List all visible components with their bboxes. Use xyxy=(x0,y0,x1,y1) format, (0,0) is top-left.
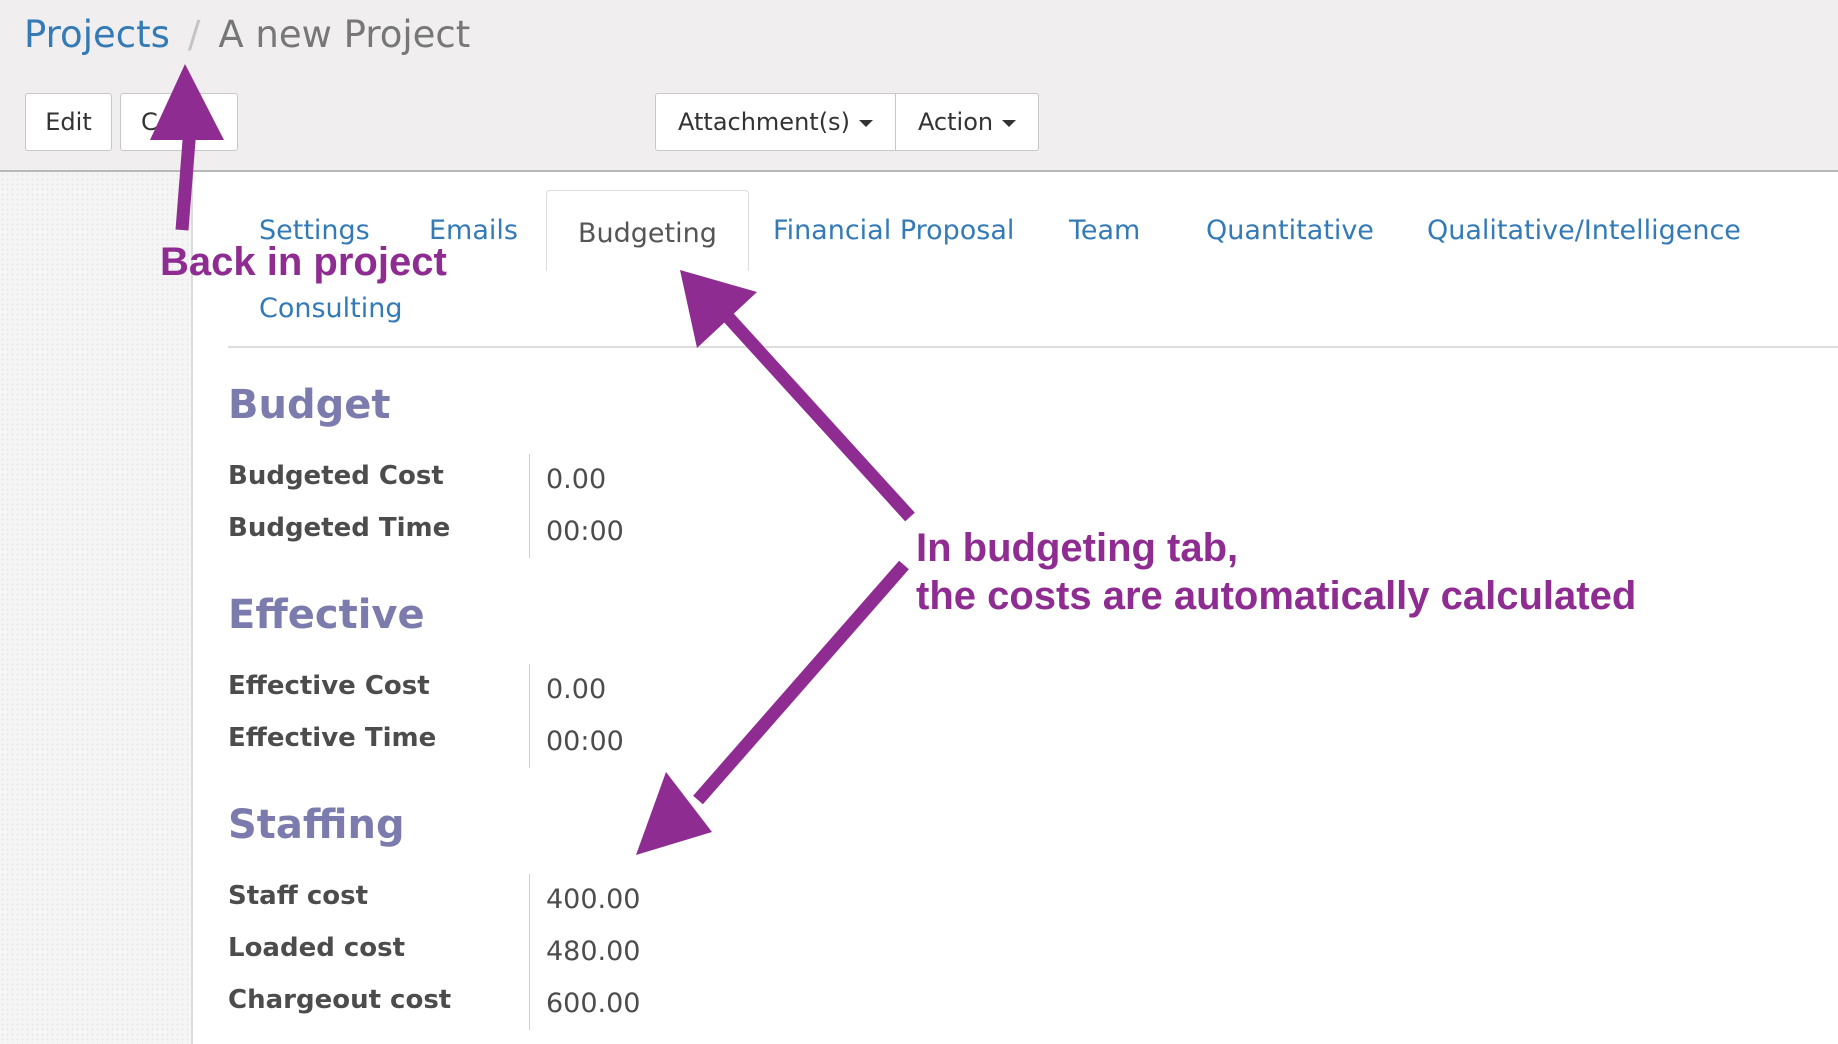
field-divider xyxy=(529,664,530,768)
tab-qualitative-intelligence[interactable]: Qualitative/Intelligence xyxy=(1427,211,1741,251)
field-divider xyxy=(529,454,530,558)
field-label-effective-cost: Effective Cost xyxy=(228,671,430,701)
field-label-loaded-cost: Loaded cost xyxy=(228,933,406,963)
tab-consulting[interactable]: Consulting xyxy=(259,289,403,329)
field-value-effective-cost: 0.00 xyxy=(546,674,607,705)
breadcrumb-projects-link[interactable]: Projects xyxy=(24,13,170,56)
breadcrumb: Projects / A new Project xyxy=(24,8,470,62)
control-panel: Projects / A new Project Edit C Attachment… xyxy=(0,0,1838,172)
attachments-label: Attachment(s) xyxy=(678,108,850,136)
left-gutter xyxy=(0,172,193,1044)
field-value-staff-cost: 400.00 xyxy=(546,884,641,915)
action-label: Action xyxy=(917,108,994,136)
field-value-budgeted-cost: 0.00 xyxy=(546,464,607,495)
annotation-back-in-project: Back in project xyxy=(160,240,447,284)
breadcrumb-current-project: A new Project xyxy=(218,13,471,56)
section-title-budget: Budget xyxy=(228,382,391,428)
section-title-effective: Effective xyxy=(228,592,425,638)
section-title-staffing: Staffing xyxy=(228,802,405,848)
tab-budgeting[interactable]: Budgeting xyxy=(546,190,749,271)
arrow-to-staffing-shaft xyxy=(693,560,909,805)
tab-quantitative[interactable]: Quantitative xyxy=(1206,211,1374,251)
field-label-chargeout-cost: Chargeout cost xyxy=(228,985,452,1015)
field-value-loaded-cost: 480.00 xyxy=(546,936,641,967)
edit-button[interactable]: Edit xyxy=(25,93,112,151)
caret-down-icon xyxy=(858,119,873,127)
field-label-budgeted-cost: Budgeted Cost xyxy=(228,461,444,491)
field-value-chargeout-cost: 600.00 xyxy=(546,988,641,1019)
action-dropdown-button[interactable]: Action xyxy=(894,94,1038,150)
field-divider xyxy=(529,874,530,1030)
field-label-budgeted-time: Budgeted Time xyxy=(228,513,451,543)
create-button[interactable]: C xyxy=(120,93,238,151)
sidebar-button-group: Attachment(s) Action xyxy=(655,93,1040,151)
arrow-to-budgeting-tab-head xyxy=(680,270,757,348)
field-label-staff-cost: Staff cost xyxy=(228,881,368,911)
field-label-effective-time: Effective Time xyxy=(228,723,437,753)
annotation-budgeting-note: In budgeting tab, the costs are automati… xyxy=(916,524,1636,620)
tab-team[interactable]: Team xyxy=(1069,211,1140,251)
tabs-divider xyxy=(228,346,1838,348)
tab-financial-proposal[interactable]: Financial Proposal xyxy=(773,211,1014,251)
attachments-dropdown-button[interactable]: Attachment(s) xyxy=(656,94,895,150)
annotation-budgeting-line-2: the costs are automatically calculated xyxy=(916,574,1637,618)
field-value-effective-time: 00:00 xyxy=(546,726,624,757)
caret-down-icon xyxy=(1002,119,1017,127)
arrow-to-staffing-head xyxy=(636,772,712,855)
annotation-budgeting-line-1: In budgeting tab, xyxy=(916,526,1239,570)
field-value-budgeted-time: 00:00 xyxy=(546,516,624,547)
breadcrumb-separator: / xyxy=(187,13,201,56)
